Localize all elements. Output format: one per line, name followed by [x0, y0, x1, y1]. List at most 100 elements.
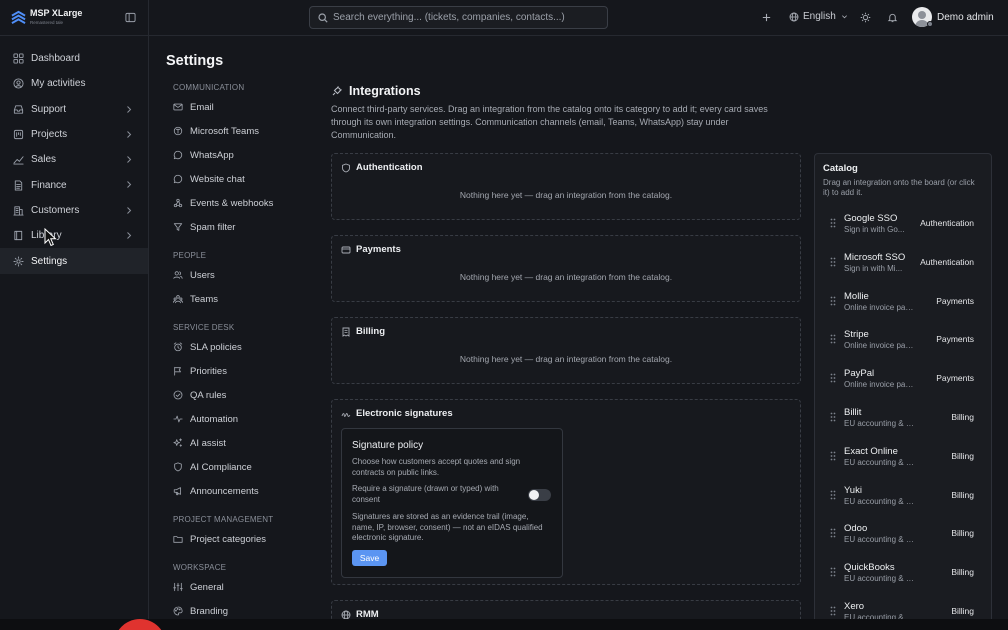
nav-item-label: Finance [31, 179, 67, 191]
drag-handle-icon[interactable] [830, 257, 836, 267]
drag-handle-icon[interactable] [830, 296, 836, 306]
nav-item-settings[interactable]: Settings [0, 248, 148, 274]
nav-item-label: Support [31, 103, 67, 115]
nav-item-library[interactable]: Library [0, 223, 148, 248]
settings-item-priorities[interactable]: Priorities [173, 359, 313, 383]
nav-item-dashboard[interactable]: Dashboard [0, 46, 148, 71]
sun-icon[interactable] [860, 12, 871, 23]
drag-handle-icon[interactable] [830, 490, 836, 500]
settings-item-project-categories[interactable]: Project categories [173, 527, 313, 551]
catalog-item-description: Sign in with Mi... [844, 263, 903, 273]
nav-item-label: Settings [31, 255, 68, 267]
nav-item-my-activities[interactable]: My activities [0, 71, 148, 96]
catalog-item-mollie[interactable]: MollieOnline invoice paym... Payments [815, 284, 991, 323]
catalog-item-microsoft-sso[interactable]: Microsoft SSO Sign in with Mi... Authentic… [815, 245, 991, 284]
catalog-item-paypal[interactable]: PayPalOnline invoice paym... Payments [815, 361, 991, 400]
catalog-item-category: Billing [951, 528, 974, 539]
catalog-item-odoo[interactable]: OdooEU accounting & e-invoi... Billing [815, 516, 991, 555]
main-nav: Dashboard My activities Support Projects Sal… [0, 36, 148, 274]
settings-item-label: Spam filter [190, 221, 236, 233]
catalog-list: Google SSO Sign in with Go... Authenticati… [815, 206, 991, 629]
settings-item-teams[interactable]: Teams [173, 287, 313, 311]
category-electronic-signatures[interactable]: Electronic signatures Signature policy C… [331, 399, 801, 585]
language-selector[interactable]: English [789, 11, 852, 22]
settings-item-users[interactable]: Users [173, 263, 313, 287]
catalog-item-name: QuickBooks [844, 562, 895, 574]
nav-item-support[interactable]: Support [0, 97, 148, 122]
dashboard-icon [13, 53, 24, 64]
brand-tagline: Remastered tale [30, 19, 64, 25]
catalog-item-description: EU accounting & e-invoi... [844, 418, 914, 428]
settings-item-whatsapp[interactable]: WhatsApp [173, 143, 313, 167]
category-authentication[interactable]: Authentication Nothing here yet — drag a… [331, 153, 801, 220]
catalog-item-category: Billing [951, 411, 974, 422]
drag-handle-icon[interactable] [830, 373, 836, 383]
settings-item-sla-policies[interactable]: SLA policies [173, 335, 313, 359]
catalog-item-name: Google SSO [844, 213, 898, 224]
require-signature-toggle[interactable] [528, 489, 551, 501]
catalog-item-category: Payments [936, 334, 974, 345]
drag-handle-icon[interactable] [830, 412, 836, 422]
settings-item-microsoft-teams[interactable]: Microsoft Teams [173, 119, 313, 143]
category-payments[interactable]: Payments Nothing here yet — drag an inte… [331, 235, 801, 302]
collapse-sidebar-icon[interactable] [125, 12, 136, 23]
drag-handle-icon[interactable] [830, 218, 836, 228]
catalog-item-stripe[interactable]: StripeOnline invoice paym... Payments [815, 322, 991, 361]
page-title: Settings [166, 53, 224, 69]
drag-handle-icon[interactable] [830, 451, 836, 461]
team-icon [173, 295, 183, 304]
catalog-item-description: EU accounting & e-invoi... [844, 535, 914, 545]
settings-item-events-webhooks[interactable]: Events & webhooks [173, 191, 313, 215]
category-billing[interactable]: Billing Nothing here yet — drag an integ… [331, 317, 801, 384]
settings-item-automation[interactable]: Automation [173, 407, 313, 431]
catalog-item-google-sso[interactable]: Google SSO Sign in with Go... Authenticati… [815, 206, 991, 245]
catalog-item-yuki[interactable]: YukiEU accounting & e-invoi... Billing [815, 478, 991, 517]
plus-icon[interactable] [761, 12, 772, 23]
nav-item-label: Dashboard [31, 53, 80, 65]
drag-handle-icon[interactable] [830, 528, 836, 538]
catalog-item-billit[interactable]: BillitEU accounting & e-invoi... Billing [815, 400, 991, 439]
settings-item-label: Project categories [190, 533, 267, 545]
logo-icon [11, 10, 26, 24]
credit-card-icon [341, 246, 351, 253]
settings-item-label: Priorities [190, 365, 227, 377]
nav-item-finance[interactable]: Finance [0, 172, 148, 197]
signature-policy-title: Signature policy [352, 440, 424, 451]
catalog-item-name: Mollie [844, 290, 869, 302]
sliders-icon [173, 582, 183, 592]
catalog-item-name: Yuki [844, 484, 862, 496]
settings-item-website-chat[interactable]: Website chat [173, 167, 313, 191]
settings-item-qa-rules[interactable]: QA rules [173, 383, 313, 407]
catalog-item-quickbooks[interactable]: QuickBooksEU accounting & e-invoi... Bill… [815, 555, 991, 594]
settings-item-general[interactable]: General [173, 575, 313, 599]
search-icon [318, 12, 328, 23]
mail-icon [173, 103, 183, 111]
catalog-title: Catalog [823, 163, 858, 174]
drag-handle-icon[interactable] [830, 606, 836, 616]
search-placeholder: Search everything... (tickets, companies… [333, 12, 565, 23]
drag-handle-icon[interactable] [830, 567, 836, 577]
settings-item-spam-filter[interactable]: Spam filter [173, 215, 313, 239]
nav-item-customers[interactable]: Customers [0, 198, 148, 223]
settings-item-ai-compliance[interactable]: AI Compliance [173, 455, 313, 479]
user-menu[interactable]: Demo admin [912, 7, 994, 27]
drag-handle-icon[interactable] [830, 334, 836, 344]
settings-section-heading: SERVICE DESK [173, 323, 235, 332]
settings-item-announcements[interactable]: Announcements [173, 479, 313, 503]
bell-icon[interactable] [887, 12, 898, 23]
folder-icon [173, 536, 183, 543]
nav-item-sales[interactable]: Sales [0, 147, 148, 172]
global-search-input[interactable]: Search everything... (tickets, companies… [309, 6, 608, 29]
settings-item-email[interactable]: Email [173, 95, 313, 119]
nav-item-projects[interactable]: Projects [0, 122, 148, 147]
globe-icon [789, 12, 799, 21]
category-name: Electronic signatures [356, 408, 453, 419]
catalog-item-name: Odoo [844, 523, 868, 535]
presence-indicator [927, 21, 933, 27]
require-signature-label: Require a signature (drawn or typed) wit… [352, 484, 499, 504]
catalog-item-exact-online[interactable]: Exact OnlineEU accounting & e-invoi... Bi… [815, 439, 991, 478]
save-button[interactable]: Save [352, 549, 387, 566]
settings-item-ai-assist[interactable]: AI assist [173, 431, 313, 455]
integrations-section: Integrations Connect third-party service… [331, 82, 801, 142]
catalog-subtitle: Drag an integration onto the board (or c… [823, 178, 975, 197]
